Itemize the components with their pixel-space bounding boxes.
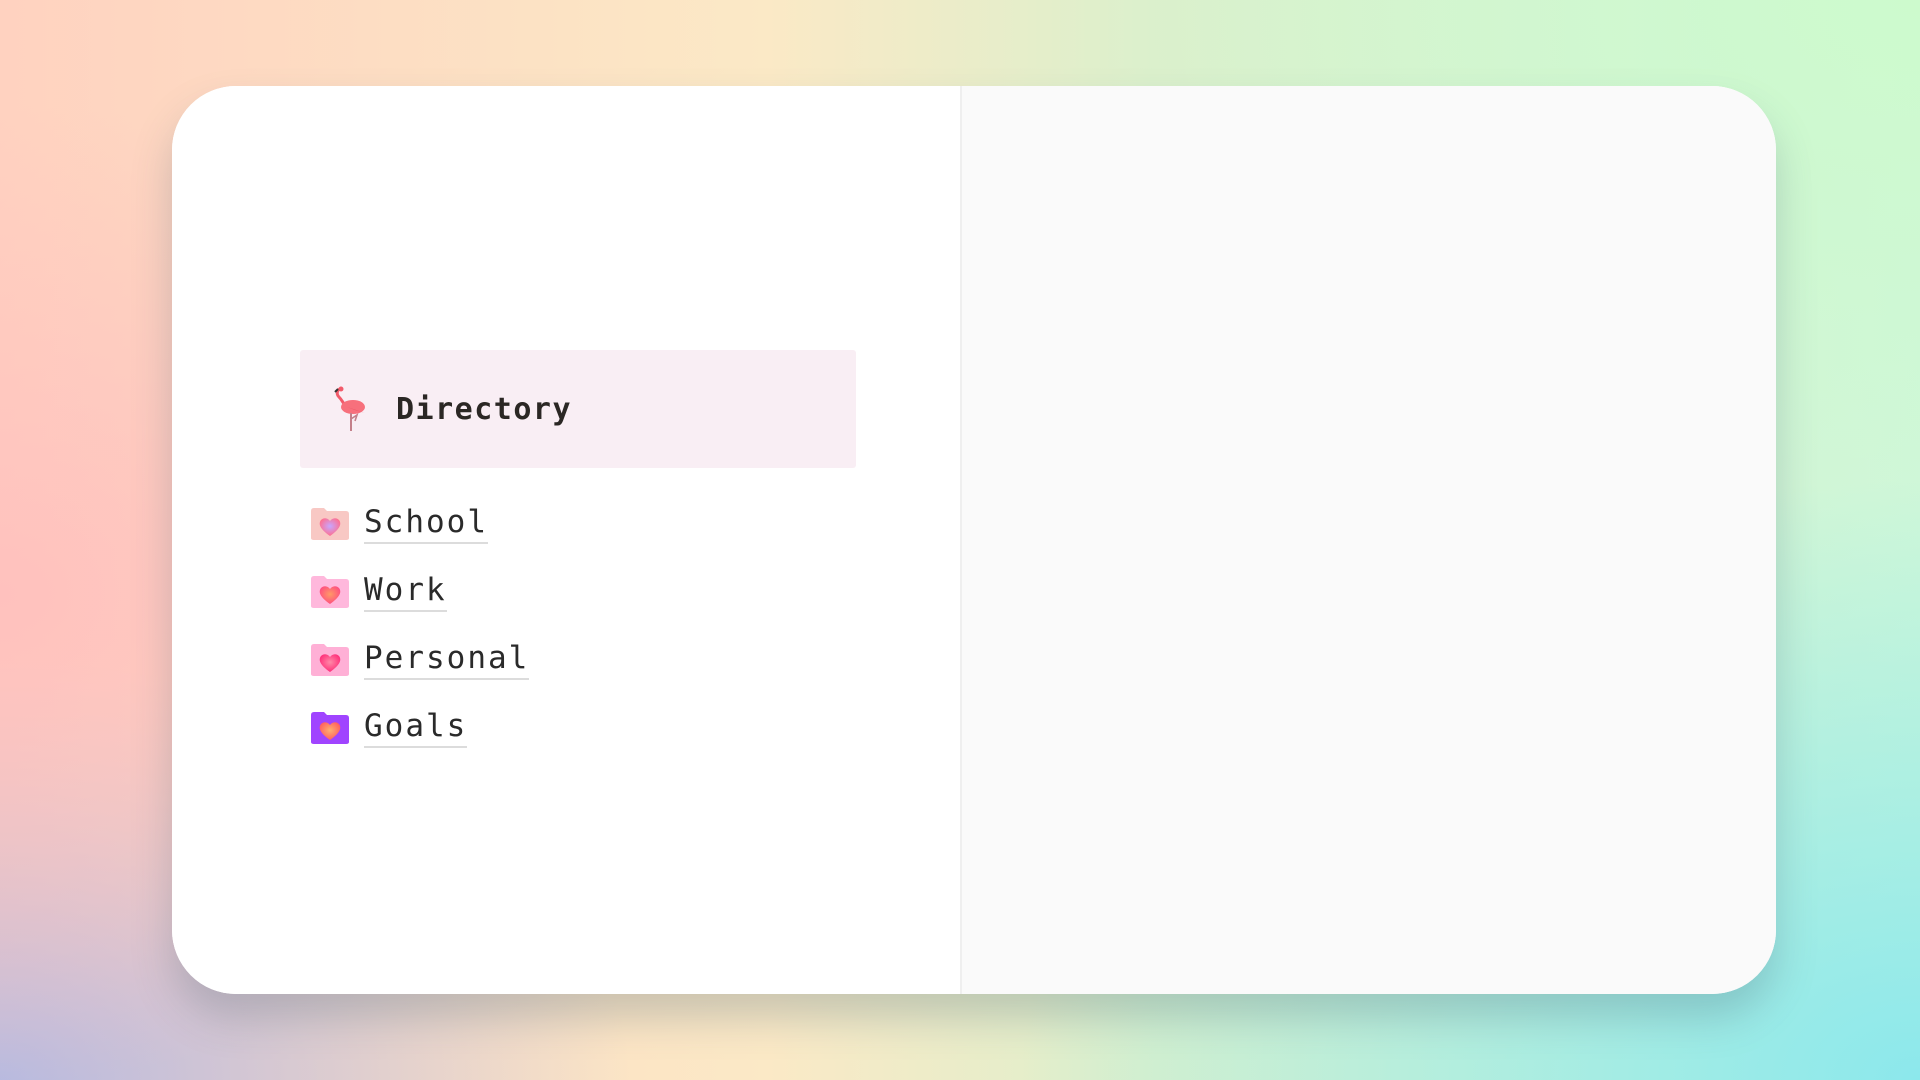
directory-title: Directory [396,391,573,427]
right-pane: HomeTasksFavouriteLoveWorkCalendarHealth… [962,86,1776,994]
directory-item-school[interactable]: School [310,490,529,558]
left-pane: Directory School Work Personal Goals [172,86,960,994]
directory-item-label: Personal [364,640,530,680]
directory-item-label: Goals [364,708,468,748]
directory-list: School Work Personal Goals [310,490,530,762]
directory-item-label: School [364,504,488,544]
page-card: Directory School Work Personal Goals HomeTa… [172,86,1776,994]
directory-header[interactable]: Directory [300,350,856,468]
flamingo-icon [334,386,365,431]
folder-heart-icon [311,712,349,744]
folder-heart-icon [311,644,349,676]
folder-heart-icon [311,576,349,608]
folder-heart-icon [311,508,349,540]
directory-item-personal[interactable]: Personal [310,626,530,694]
directory-item-work[interactable]: Work [310,558,529,626]
directory-item-label: Work [364,572,447,612]
directory-item-goals[interactable]: Goals [310,694,529,762]
